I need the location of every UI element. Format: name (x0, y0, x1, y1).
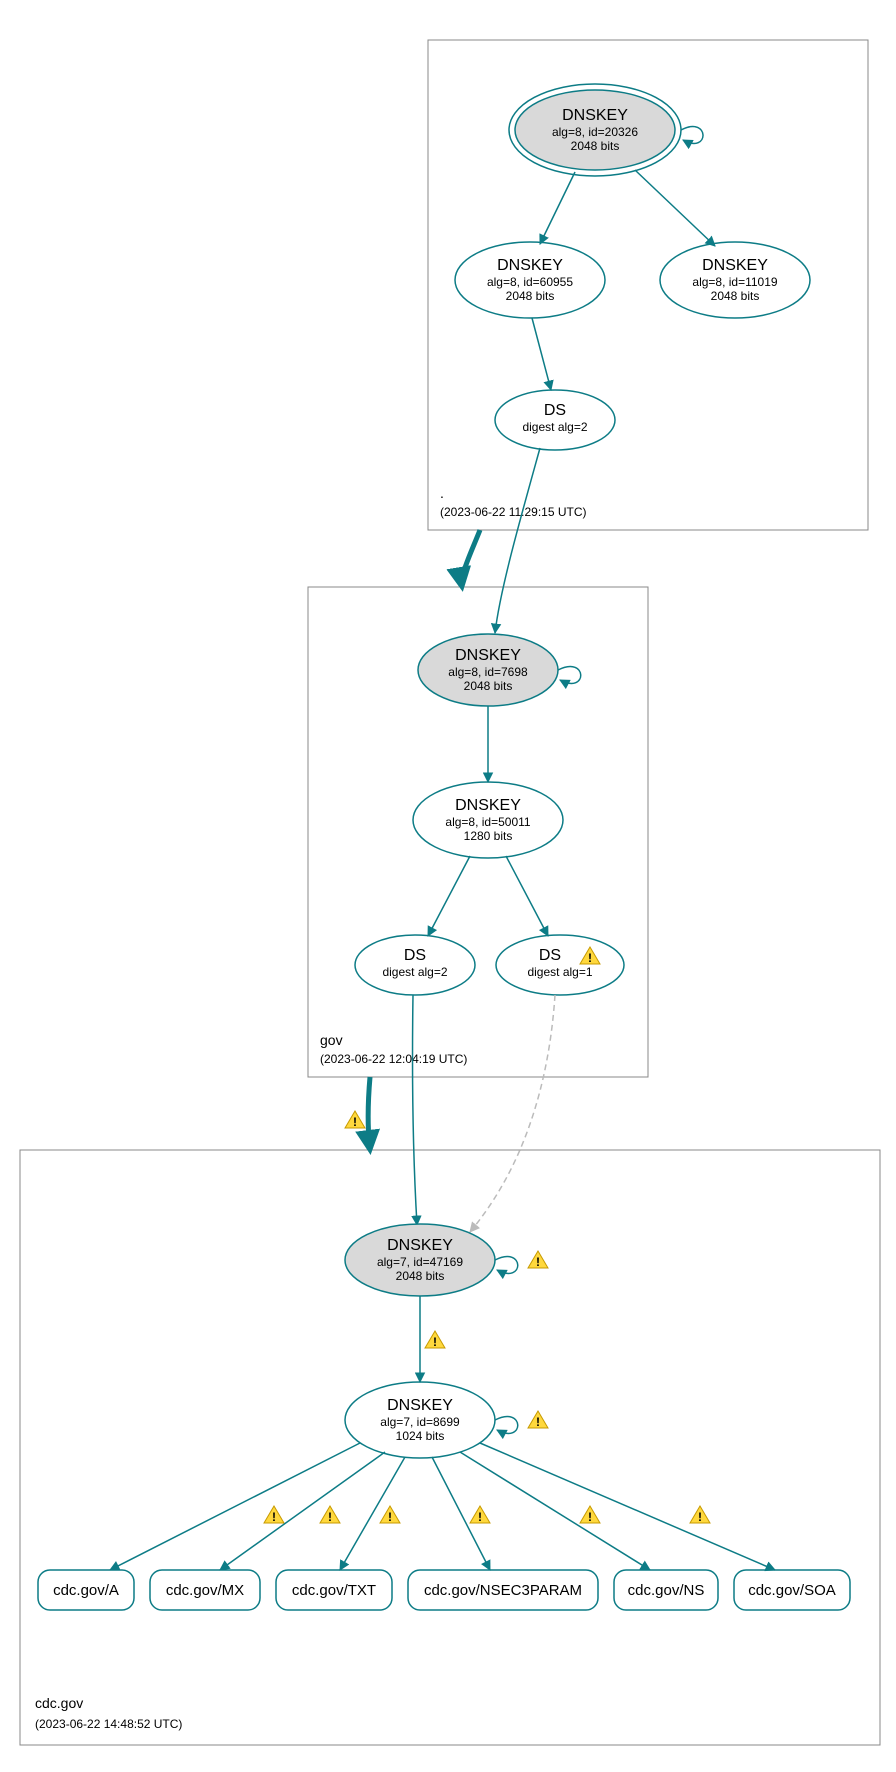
node-cdc-zsk: DNSKEY alg=7, id=8699 1024 bits (345, 1382, 495, 1458)
warning-icon (380, 1506, 400, 1524)
warning-icon (264, 1506, 284, 1524)
svg-text:alg=7, id=8699: alg=7, id=8699 (380, 1415, 460, 1429)
warning-icon (528, 1251, 548, 1269)
warning-icon (690, 1506, 710, 1524)
edge-zsk-ns (460, 1452, 650, 1570)
edge-root-to-gov-deleg (462, 530, 480, 587)
node-gov-ds1: DS digest alg=2 (355, 935, 475, 995)
svg-text:alg=8, id=11019: alg=8, id=11019 (692, 275, 778, 289)
warning-icon (580, 1506, 600, 1524)
zone-gov-label: gov (320, 1032, 343, 1048)
svg-text:cdc.gov/MX: cdc.gov/MX (166, 1582, 244, 1599)
rr-nsec3param: cdc.gov/NSEC3PARAM (408, 1570, 598, 1610)
svg-text:2048 bits: 2048 bits (506, 289, 555, 303)
svg-text:DNSKEY: DNSKEY (562, 107, 628, 124)
edge-zsk-txt (340, 1457, 405, 1570)
edge-cdc-ksk-self (495, 1257, 518, 1274)
svg-text:2048 bits: 2048 bits (711, 289, 760, 303)
svg-text:alg=7, id=47169: alg=7, id=47169 (377, 1255, 463, 1269)
svg-text:DS: DS (539, 947, 561, 964)
svg-text:cdc.gov/SOA: cdc.gov/SOA (748, 1582, 836, 1599)
edge-zsk-mx (220, 1452, 385, 1570)
rr-mx: cdc.gov/MX (150, 1570, 260, 1610)
warning-icon (320, 1506, 340, 1524)
zone-root-timestamp: (2023-06-22 11:29:15 UTC) (440, 505, 587, 519)
svg-text:alg=8, id=60955: alg=8, id=60955 (487, 275, 573, 289)
edge-rootds-govksk (495, 448, 540, 633)
svg-text:digest alg=2: digest alg=2 (522, 420, 587, 434)
edge-zsk-a (110, 1443, 360, 1570)
zone-gov-timestamp: (2023-06-22 12:04:19 UTC) (320, 1052, 467, 1066)
svg-text:DNSKEY: DNSKEY (497, 257, 563, 274)
zone-cdc-label: cdc.gov (35, 1695, 83, 1711)
svg-text:DS: DS (544, 402, 566, 419)
warning-icon (470, 1506, 490, 1524)
svg-text:alg=8, id=20326: alg=8, id=20326 (552, 125, 638, 139)
svg-text:alg=8, id=50011: alg=8, id=50011 (445, 815, 531, 829)
svg-text:cdc.gov/TXT: cdc.gov/TXT (292, 1582, 376, 1599)
zone-root-label: . (440, 485, 444, 501)
node-gov-ksk: DNSKEY alg=8, id=7698 2048 bits (418, 634, 558, 706)
edge-gov-zsk-ds2 (506, 856, 548, 936)
svg-text:DNSKEY: DNSKEY (455, 797, 521, 814)
svg-text:cdc.gov/A: cdc.gov/A (53, 1582, 119, 1599)
rr-txt: cdc.gov/TXT (276, 1570, 392, 1610)
svg-text:DNSKEY: DNSKEY (387, 1237, 453, 1254)
svg-text:alg=8, id=7698: alg=8, id=7698 (448, 665, 528, 679)
node-root-ksk: DNSKEY alg=8, id=20326 2048 bits (509, 84, 681, 176)
node-gov-ds2: DS digest alg=1 (496, 935, 624, 995)
edge-govds1-cdcksk (412, 995, 417, 1225)
edge-root-ksk-key2 (635, 170, 715, 246)
rr-a: cdc.gov/A (38, 1570, 134, 1610)
edge-gov-to-cdc-deleg (368, 1077, 370, 1150)
svg-text:digest alg=1: digest alg=1 (527, 965, 592, 979)
node-root-ds: DS digest alg=2 (495, 390, 615, 450)
svg-text:DNSKEY: DNSKEY (702, 257, 768, 274)
edge-gov-zsk-ds1 (428, 856, 470, 936)
svg-text:1024 bits: 1024 bits (396, 1429, 445, 1443)
warning-icon (345, 1111, 365, 1129)
svg-text:DNSKEY: DNSKEY (387, 1397, 453, 1414)
svg-text:DNSKEY: DNSKEY (455, 647, 521, 664)
svg-text:2048 bits: 2048 bits (396, 1269, 445, 1283)
node-gov-zsk: DNSKEY alg=8, id=50011 1280 bits (413, 782, 563, 858)
node-root-zsk: DNSKEY alg=8, id=60955 2048 bits (455, 242, 605, 318)
edge-root-ksk-self (681, 127, 703, 144)
svg-text:DS: DS (404, 947, 426, 964)
edge-govds2-cdcksk (470, 995, 555, 1232)
zone-cdc-timestamp: (2023-06-22 14:48:52 UTC) (35, 1717, 182, 1731)
node-root-key2: DNSKEY alg=8, id=11019 2048 bits (660, 242, 810, 318)
svg-text:2048 bits: 2048 bits (571, 139, 620, 153)
svg-text:1280 bits: 1280 bits (464, 829, 513, 843)
svg-text:2048 bits: 2048 bits (464, 679, 513, 693)
svg-text:cdc.gov/NS: cdc.gov/NS (628, 1582, 705, 1599)
node-cdc-ksk: DNSKEY alg=7, id=47169 2048 bits (345, 1224, 495, 1296)
rr-ns: cdc.gov/NS (614, 1570, 718, 1610)
edge-gov-ksk-self (558, 667, 581, 684)
svg-text:digest alg=2: digest alg=2 (382, 965, 447, 979)
warning-icon (528, 1411, 548, 1429)
warning-icon (425, 1331, 445, 1349)
rr-soa: cdc.gov/SOA (734, 1570, 850, 1610)
edge-zsk-soa (480, 1443, 775, 1570)
edge-root-zsk-ds (532, 318, 551, 390)
svg-text:cdc.gov/NSEC3PARAM: cdc.gov/NSEC3PARAM (424, 1582, 582, 1599)
edge-cdc-zsk-self (495, 1417, 518, 1434)
edge-root-ksk-zsk (540, 172, 575, 244)
